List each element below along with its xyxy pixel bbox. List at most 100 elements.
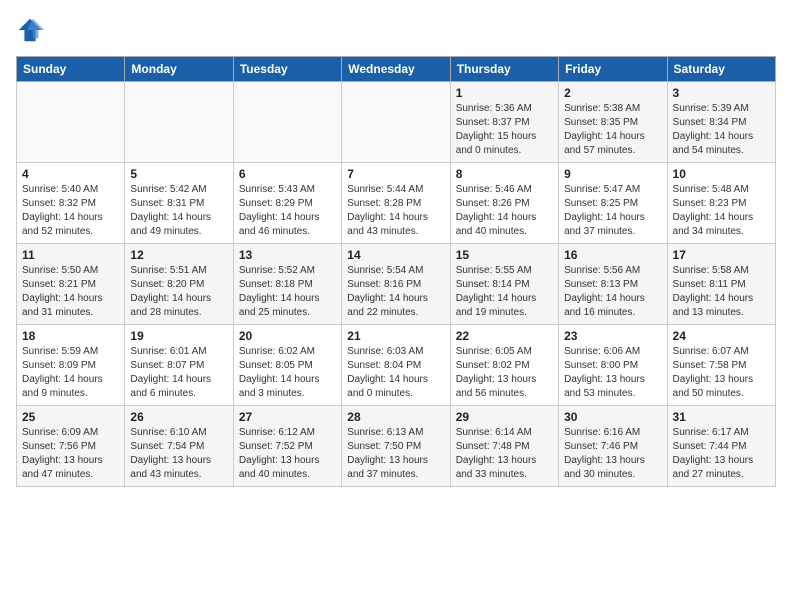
calendar-cell: 28 Sunrise: 6:13 AM Sunset: 7:50 PM Dayli… xyxy=(342,406,450,487)
calendar-header-wednesday: Wednesday xyxy=(342,57,450,82)
day-number: 13 xyxy=(239,248,336,262)
calendar-header-row: SundayMondayTuesdayWednesdayThursdayFrid… xyxy=(17,57,776,82)
calendar-cell: 1 Sunrise: 5:36 AM Sunset: 8:37 PM Daylig… xyxy=(450,82,558,163)
day-number: 4 xyxy=(22,167,119,181)
day-info: Sunrise: 5:58 AM Sunset: 8:11 PM Dayligh… xyxy=(673,264,770,320)
day-info: Sunrise: 5:56 AM Sunset: 8:13 PM Dayligh… xyxy=(564,264,661,320)
day-info: Sunrise: 6:12 AM Sunset: 7:52 PM Dayligh… xyxy=(239,426,336,482)
day-number: 10 xyxy=(673,167,770,181)
calendar-cell: 3 Sunrise: 5:39 AM Sunset: 8:34 PM Daylig… xyxy=(667,82,775,163)
calendar-cell: 24Sunrise: 6:07 AM Sunset: 7:58 PM Dayli… xyxy=(667,325,775,406)
day-number: 23 xyxy=(564,329,661,343)
calendar-cell: 17 Sunrise: 5:58 AM Sunset: 8:11 PM Dayli… xyxy=(667,244,775,325)
day-number: 12 xyxy=(130,248,227,262)
day-info: Sunrise: 5:36 AM Sunset: 8:37 PM Dayligh… xyxy=(456,102,553,158)
day-number: 9 xyxy=(564,167,661,181)
calendar-header-thursday: Thursday xyxy=(450,57,558,82)
calendar-table: SundayMondayTuesdayWednesdayThursdayFrid… xyxy=(16,56,776,487)
day-info: Sunrise: 5:54 AM Sunset: 8:16 PM Dayligh… xyxy=(347,264,444,320)
day-info: Sunrise: 6:02 AM Sunset: 8:05 PM Dayligh… xyxy=(239,345,336,401)
day-info: Sunrise: 6:14 AM Sunset: 7:48 PM Dayligh… xyxy=(456,426,553,482)
day-info: Sunrise: 5:51 AM Sunset: 8:20 PM Dayligh… xyxy=(130,264,227,320)
day-number: 29 xyxy=(456,410,553,424)
calendar-cell xyxy=(233,82,341,163)
day-info: Sunrise: 6:09 AM Sunset: 7:56 PM Dayligh… xyxy=(22,426,119,482)
day-info: Sunrise: 6:16 AM Sunset: 7:46 PM Dayligh… xyxy=(564,426,661,482)
day-info: Sunrise: 6:06 AM Sunset: 8:00 PM Dayligh… xyxy=(564,345,661,401)
calendar-header-saturday: Saturday xyxy=(667,57,775,82)
day-number: 31 xyxy=(673,410,770,424)
day-info: Sunrise: 6:07 AM Sunset: 7:58 PM Dayligh… xyxy=(673,345,770,401)
calendar-cell: 13Sunrise: 5:52 AM Sunset: 8:18 PM Dayli… xyxy=(233,244,341,325)
calendar-cell: 8 Sunrise: 5:46 AM Sunset: 8:26 PM Daylig… xyxy=(450,163,558,244)
day-number: 16 xyxy=(564,248,661,262)
calendar-cell xyxy=(125,82,233,163)
calendar-cell: 19 Sunrise: 6:01 AM Sunset: 8:07 PM Dayli… xyxy=(125,325,233,406)
day-number: 26 xyxy=(130,410,227,424)
day-number: 27 xyxy=(239,410,336,424)
day-info: Sunrise: 5:39 AM Sunset: 8:34 PM Dayligh… xyxy=(673,102,770,158)
calendar-cell xyxy=(342,82,450,163)
day-number: 28 xyxy=(347,410,444,424)
day-info: Sunrise: 6:10 AM Sunset: 7:54 PM Dayligh… xyxy=(130,426,227,482)
day-info: Sunrise: 5:40 AM Sunset: 8:32 PM Dayligh… xyxy=(22,183,119,239)
day-number: 15 xyxy=(456,248,553,262)
calendar-week-2: 4 Sunrise: 5:40 AM Sunset: 8:32 PM Daylig… xyxy=(17,163,776,244)
calendar-cell: 20Sunrise: 6:02 AM Sunset: 8:05 PM Dayli… xyxy=(233,325,341,406)
day-info: Sunrise: 5:47 AM Sunset: 8:25 PM Dayligh… xyxy=(564,183,661,239)
day-info: Sunrise: 5:42 AM Sunset: 8:31 PM Dayligh… xyxy=(130,183,227,239)
calendar-cell: 11 Sunrise: 5:50 AM Sunset: 8:21 PM Dayli… xyxy=(17,244,125,325)
calendar-cell: 9 Sunrise: 5:47 AM Sunset: 8:25 PM Daylig… xyxy=(559,163,667,244)
day-info: Sunrise: 5:48 AM Sunset: 8:23 PM Dayligh… xyxy=(673,183,770,239)
calendar-cell: 15 Sunrise: 5:55 AM Sunset: 8:14 PM Dayli… xyxy=(450,244,558,325)
day-number: 11 xyxy=(22,248,119,262)
calendar-week-3: 11 Sunrise: 5:50 AM Sunset: 8:21 PM Dayli… xyxy=(17,244,776,325)
calendar-header-tuesday: Tuesday xyxy=(233,57,341,82)
day-number: 1 xyxy=(456,86,553,100)
day-info: Sunrise: 5:55 AM Sunset: 8:14 PM Dayligh… xyxy=(456,264,553,320)
calendar-cell: 2 Sunrise: 5:38 AM Sunset: 8:35 PM Daylig… xyxy=(559,82,667,163)
day-number: 25 xyxy=(22,410,119,424)
calendar-cell: 27 Sunrise: 6:12 AM Sunset: 7:52 PM Dayli… xyxy=(233,406,341,487)
calendar-cell: 4 Sunrise: 5:40 AM Sunset: 8:32 PM Daylig… xyxy=(17,163,125,244)
day-number: 19 xyxy=(130,329,227,343)
day-info: Sunrise: 5:38 AM Sunset: 8:35 PM Dayligh… xyxy=(564,102,661,158)
calendar-header-friday: Friday xyxy=(559,57,667,82)
calendar-cell: 5 Sunrise: 5:42 AM Sunset: 8:31 PM Daylig… xyxy=(125,163,233,244)
day-number: 7 xyxy=(347,167,444,181)
day-info: Sunrise: 6:13 AM Sunset: 7:50 PM Dayligh… xyxy=(347,426,444,482)
day-number: 8 xyxy=(456,167,553,181)
day-number: 14 xyxy=(347,248,444,262)
calendar-cell: 22 Sunrise: 6:05 AM Sunset: 8:02 PM Dayli… xyxy=(450,325,558,406)
day-info: Sunrise: 6:05 AM Sunset: 8:02 PM Dayligh… xyxy=(456,345,553,401)
day-number: 17 xyxy=(673,248,770,262)
day-info: Sunrise: 5:50 AM Sunset: 8:21 PM Dayligh… xyxy=(22,264,119,320)
calendar-week-5: 25 Sunrise: 6:09 AM Sunset: 7:56 PM Dayli… xyxy=(17,406,776,487)
calendar-week-4: 18Sunrise: 5:59 AM Sunset: 8:09 PM Dayli… xyxy=(17,325,776,406)
day-info: Sunrise: 6:01 AM Sunset: 8:07 PM Dayligh… xyxy=(130,345,227,401)
day-number: 22 xyxy=(456,329,553,343)
calendar-cell: 25 Sunrise: 6:09 AM Sunset: 7:56 PM Dayli… xyxy=(17,406,125,487)
calendar-cell: 31Sunrise: 6:17 AM Sunset: 7:44 PM Dayli… xyxy=(667,406,775,487)
calendar-week-1: 1 Sunrise: 5:36 AM Sunset: 8:37 PM Daylig… xyxy=(17,82,776,163)
calendar-cell: 10 Sunrise: 5:48 AM Sunset: 8:23 PM Dayli… xyxy=(667,163,775,244)
calendar-cell xyxy=(17,82,125,163)
day-number: 18 xyxy=(22,329,119,343)
day-number: 2 xyxy=(564,86,661,100)
calendar-cell: 18Sunrise: 5:59 AM Sunset: 8:09 PM Dayli… xyxy=(17,325,125,406)
day-number: 3 xyxy=(673,86,770,100)
day-info: Sunrise: 5:44 AM Sunset: 8:28 PM Dayligh… xyxy=(347,183,444,239)
day-info: Sunrise: 6:03 AM Sunset: 8:04 PM Dayligh… xyxy=(347,345,444,401)
calendar-header-sunday: Sunday xyxy=(17,57,125,82)
page-header xyxy=(16,16,776,44)
day-number: 21 xyxy=(347,329,444,343)
calendar-cell: 7 Sunrise: 5:44 AM Sunset: 8:28 PM Daylig… xyxy=(342,163,450,244)
day-info: Sunrise: 5:46 AM Sunset: 8:26 PM Dayligh… xyxy=(456,183,553,239)
day-number: 30 xyxy=(564,410,661,424)
calendar-header-monday: Monday xyxy=(125,57,233,82)
calendar-cell: 23 Sunrise: 6:06 AM Sunset: 8:00 PM Dayli… xyxy=(559,325,667,406)
day-number: 5 xyxy=(130,167,227,181)
day-info: Sunrise: 5:43 AM Sunset: 8:29 PM Dayligh… xyxy=(239,183,336,239)
calendar-cell: 16 Sunrise: 5:56 AM Sunset: 8:13 PM Dayli… xyxy=(559,244,667,325)
calendar-cell: 30 Sunrise: 6:16 AM Sunset: 7:46 PM Dayli… xyxy=(559,406,667,487)
